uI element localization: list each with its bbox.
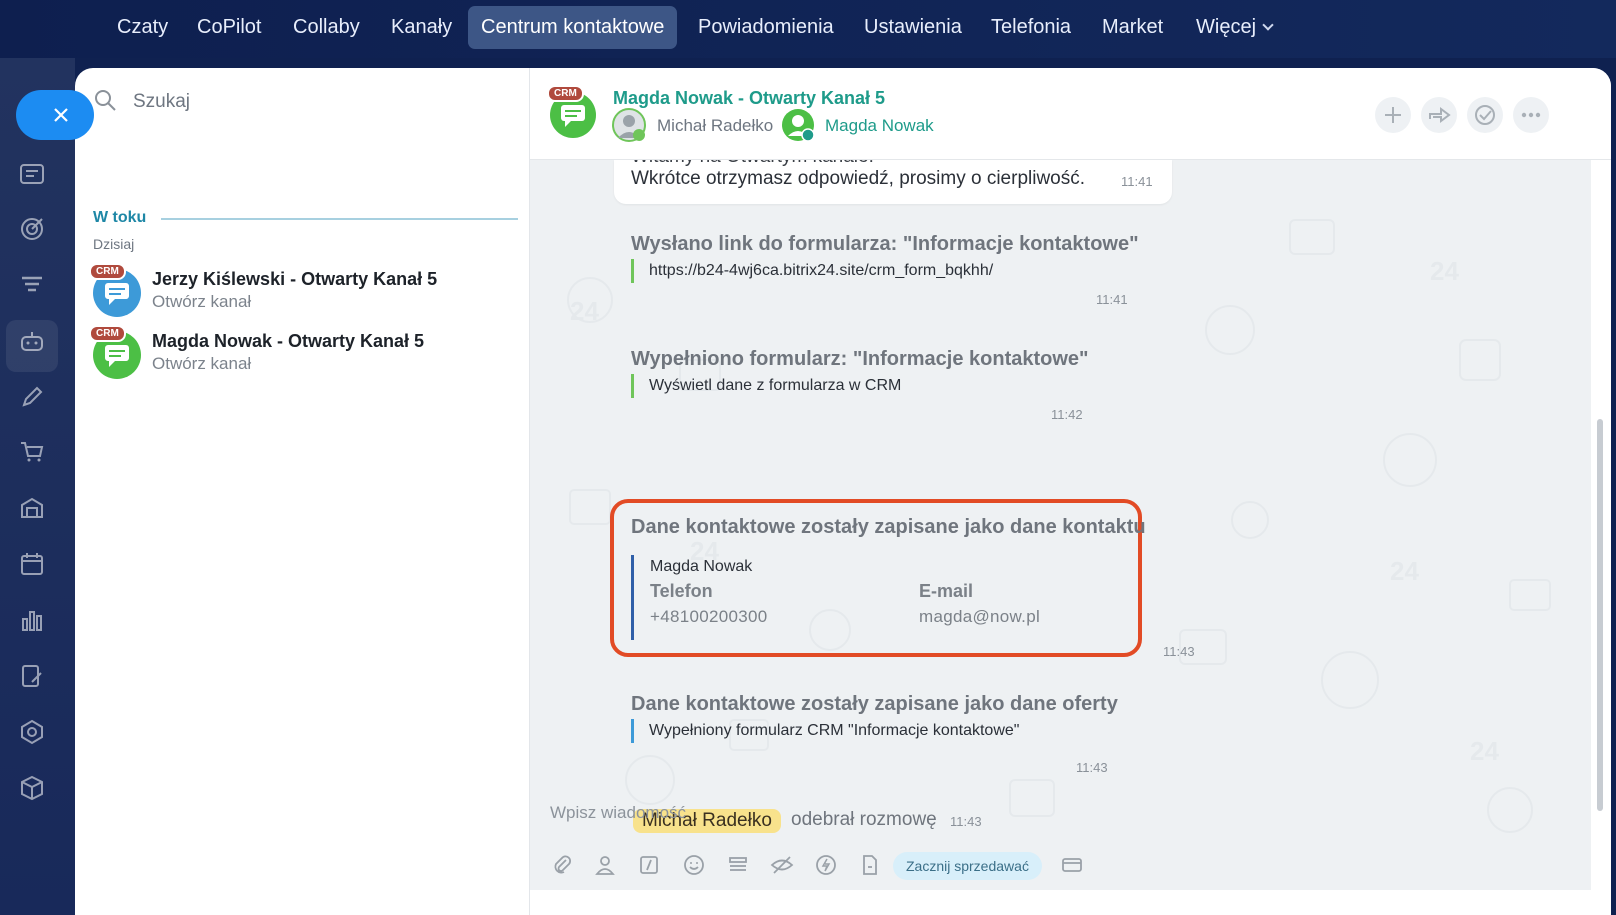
contact-name: Magda Nowak (650, 558, 753, 575)
add-button[interactable] (1375, 97, 1411, 133)
nav-collaby[interactable]: Collaby (280, 6, 373, 49)
cube-icon[interactable] (19, 775, 45, 801)
search-input[interactable]: Szukaj (133, 91, 190, 113)
hidden-message-icon[interactable] (770, 853, 794, 877)
newspaper-icon[interactable] (19, 161, 45, 187)
calendar-icon[interactable] (19, 551, 45, 577)
chat-subtitle: Otwórz kanał (152, 354, 252, 373)
plus-icon (1385, 107, 1401, 123)
chat-window: CRM Magda Nowak - Otwarty Kanał 5 Michał… (530, 68, 1611, 915)
close-slider-button[interactable] (16, 90, 94, 140)
crm-badge: CRM (547, 85, 584, 102)
section-divider (161, 218, 518, 220)
offer-form-link[interactable]: Wypełniony formularz CRM "Informacje kon… (631, 719, 1019, 743)
quick-answers-icon[interactable] (726, 853, 750, 877)
nav-centrum-kontaktowe[interactable]: Centrum kontaktowe (468, 6, 678, 49)
phone-value[interactable]: +48100200300 (650, 607, 768, 627)
system-message-title: Dane kontaktowe zostały zapisane jako da… (631, 693, 1118, 715)
check-circle-icon (1475, 105, 1495, 125)
message-area: 2424242424 Witamy na Otwartym kanale! Wk… (530, 160, 1591, 890)
system-message-title: Dane kontaktowe zostały zapisane jako da… (631, 516, 1146, 538)
message-text: Wkrótce otrzymasz odpowiedź, prosimy o c… (631, 168, 1086, 189)
message-time: 11:41 (1121, 174, 1153, 189)
document-edit-icon[interactable] (19, 663, 45, 689)
chat-title: Magda Nowak - Otwarty Kanał 5 (152, 331, 425, 351)
search-icon (95, 90, 116, 111)
hexagon-icon[interactable] (19, 719, 45, 745)
nav-czaty[interactable]: Czaty (104, 6, 181, 49)
form-link[interactable]: https://b24-4wj6ca.bitrix24.site/crm_for… (631, 259, 993, 283)
chat-header: CRM Magda Nowak - Otwarty Kanał 5 Michał… (530, 68, 1611, 160)
chat-subtitle: Otwórz kanał (152, 292, 252, 311)
target-icon[interactable] (19, 216, 45, 242)
paperclip-icon[interactable] (550, 853, 574, 877)
nav-market[interactable]: Market (1089, 6, 1176, 49)
system-message-title: Wypełniono formularz: "Informacje kontak… (631, 348, 1089, 370)
forward-icon (1429, 107, 1451, 123)
chat-list-panel: Szukaj W toku Dzisiaj CRM Jerzy Kiślewsk… (75, 68, 530, 915)
lightning-icon[interactable] (814, 853, 838, 877)
pencil-icon[interactable] (19, 384, 45, 410)
message-time: 11:42 (1051, 407, 1083, 422)
phone-label: Telefon (650, 581, 713, 601)
svg-text:24: 24 (1430, 256, 1459, 286)
crm-badge: CRM (89, 263, 126, 280)
nav-telefonia[interactable]: Telefonia (978, 6, 1084, 49)
bar-chart-icon[interactable] (19, 607, 45, 633)
message-time: 11:41 (1096, 292, 1128, 307)
start-selling-button[interactable]: Zacznij sprzedawać (893, 852, 1042, 880)
view-form-data-link[interactable]: Wyświetl dane z formularza w CRM (631, 374, 901, 398)
more-icon (1521, 112, 1541, 118)
email-label: E-mail (919, 581, 974, 601)
chat-list-item[interactable]: CRM Magda Nowak - Otwarty Kanał 5 Otwórz… (75, 325, 529, 385)
close-icon (54, 108, 68, 122)
section-title: W toku (93, 209, 147, 226)
finish-button[interactable] (1467, 97, 1503, 133)
operator-name[interactable]: Michał Radełko (657, 116, 773, 136)
nav-wiecej-label: Więcej (1196, 16, 1257, 38)
funnel-icon[interactable] (19, 272, 45, 298)
welcome-message: Witamy na Otwartym kanale! Wkrótce otrzy… (614, 160, 1172, 204)
system-message-title: Wysłano link do formularza: "Informacje … (631, 233, 1139, 255)
nav-ustawienia[interactable]: Ustawienia (851, 6, 975, 49)
left-icon-rail (0, 58, 75, 915)
scrollbar[interactable] (1597, 419, 1603, 811)
chat-title[interactable]: Magda Nowak - Otwarty Kanał 5 (613, 88, 885, 109)
email-value[interactable]: magda@now.pl (919, 607, 1040, 627)
section-date: Dzisiaj (93, 236, 135, 252)
svg-text:24: 24 (1470, 736, 1499, 766)
svg-text:24: 24 (1390, 556, 1419, 586)
top-navigation: Czaty CoPilot Collaby Kanały Centrum kon… (0, 0, 1616, 58)
nav-copilot[interactable]: CoPilot (184, 6, 274, 49)
contact-block-bar (631, 555, 634, 640)
chat-list-item[interactable]: CRM Jerzy Kiślewski - Otwarty Kanał 5 Ot… (75, 263, 529, 323)
cart-icon[interactable] (19, 439, 45, 465)
client-avatar (782, 109, 815, 142)
svg-text:24: 24 (570, 296, 599, 326)
message-text: Witamy na Otwartym kanale! (631, 160, 874, 168)
client-name[interactable]: Magda Nowak (825, 116, 934, 136)
robot-icon[interactable] (19, 328, 45, 354)
command-icon[interactable] (637, 853, 661, 877)
warehouse-icon[interactable] (19, 495, 45, 521)
smile-icon[interactable] (682, 853, 706, 877)
crm-badge: CRM (89, 325, 126, 342)
forward-button[interactable] (1421, 97, 1457, 133)
message-input[interactable]: Wpisz wiadomość (550, 803, 686, 823)
message-time: 11:43 (1163, 644, 1195, 659)
chevron-down-icon (1262, 19, 1274, 31)
more-button[interactable] (1513, 97, 1549, 133)
operator-action: odebrał rozmowę (791, 809, 937, 830)
message-time: 11:43 (1076, 760, 1108, 775)
form-icon[interactable] (1060, 853, 1084, 877)
nav-kanaly[interactable]: Kanały (378, 6, 465, 49)
user-icon[interactable] (593, 853, 617, 877)
nav-powiadomienia[interactable]: Powiadomienia (685, 6, 847, 49)
nav-wiecej[interactable]: Więcej (1183, 6, 1285, 49)
message-time: 11:43 (950, 814, 982, 829)
operator-avatar (612, 108, 646, 142)
document-icon[interactable] (858, 853, 882, 877)
chat-title: Jerzy Kiślewski - Otwarty Kanał 5 (152, 269, 438, 289)
